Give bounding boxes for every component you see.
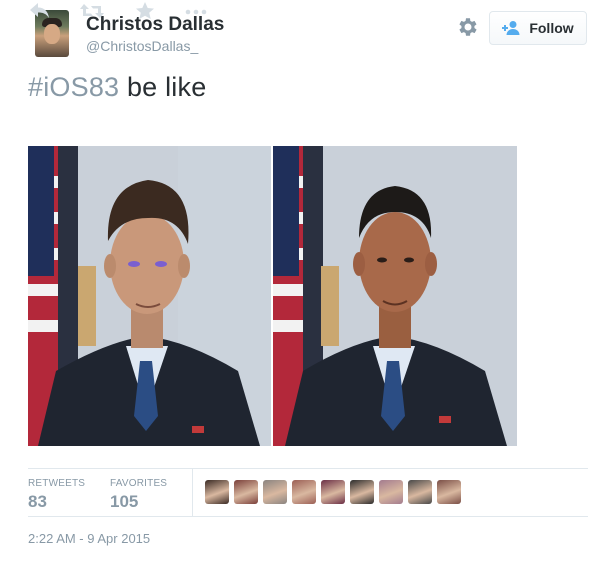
- reply-icon[interactable]: [28, 0, 52, 22]
- retweet-icon[interactable]: [79, 0, 105, 22]
- favoriter-avatar[interactable]: [437, 480, 461, 504]
- favoriter-avatar[interactable]: [350, 480, 374, 504]
- favoriter-avatar[interactable]: [379, 480, 403, 504]
- favoriter-avatar[interactable]: [292, 480, 316, 504]
- retweets-label: RETWEETS: [28, 478, 86, 489]
- hashtag-link[interactable]: #iOS83: [28, 72, 119, 102]
- retweets-count: 83: [28, 492, 47, 511]
- favorites-count: 105: [110, 492, 139, 511]
- favoriter-avatar[interactable]: [263, 480, 287, 504]
- add-user-icon: [502, 21, 520, 35]
- favorites-label: FAVORITES: [110, 478, 168, 489]
- more-icon[interactable]: [184, 0, 208, 22]
- favoriter-avatar[interactable]: [205, 480, 229, 504]
- stats-separator: [192, 469, 193, 516]
- divider-bottom: [28, 516, 588, 517]
- tweet-text: #iOS83 be like: [28, 72, 206, 103]
- favoriter-avatars: [205, 480, 461, 504]
- follow-button[interactable]: Follow: [489, 11, 587, 45]
- tweet-photo-left[interactable]: [28, 146, 271, 446]
- tweet-photo-right[interactable]: [273, 146, 517, 446]
- retweets-stat[interactable]: RETWEETS 83: [28, 478, 85, 512]
- favorites-stat[interactable]: FAVORITES 105: [110, 478, 167, 512]
- tweet-timestamp[interactable]: 2:22 AM - 9 Apr 2015: [28, 531, 150, 546]
- favoriter-avatar[interactable]: [234, 480, 258, 504]
- divider-top: [28, 468, 588, 469]
- favoriter-avatar[interactable]: [408, 480, 432, 504]
- tweet-body: be like: [119, 72, 207, 102]
- author-handle[interactable]: @ChristosDallas_: [86, 38, 198, 54]
- gear-icon[interactable]: [456, 15, 480, 39]
- follow-label: Follow: [529, 20, 574, 36]
- favoriter-avatar[interactable]: [321, 480, 345, 504]
- avatar-face: [44, 24, 60, 44]
- favorite-icon[interactable]: [133, 0, 157, 22]
